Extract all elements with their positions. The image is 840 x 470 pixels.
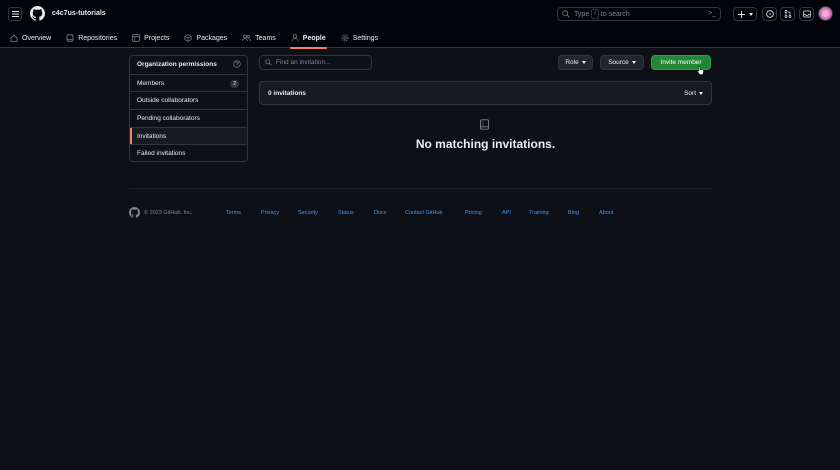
repo-icon bbox=[66, 34, 74, 42]
footer-link-about[interactable]: About bbox=[599, 210, 613, 216]
invitations-count: 0 invitations bbox=[268, 90, 306, 97]
user-avatar[interactable] bbox=[818, 6, 833, 21]
sidebar-item-invitations[interactable]: Invitations bbox=[130, 126, 247, 145]
create-new-button[interactable] bbox=[733, 7, 757, 21]
tab-label: Projects bbox=[144, 34, 170, 42]
footer-link-terms[interactable]: Terms bbox=[226, 210, 241, 216]
sidebar-item-members[interactable]: Members 2 bbox=[130, 73, 247, 92]
tab-people[interactable]: People bbox=[286, 28, 331, 49]
footer-link-contact-github[interactable]: Contact GitHub bbox=[405, 210, 443, 216]
sidebar-item-label: Invitations bbox=[137, 132, 167, 140]
hamburger-icon bbox=[11, 11, 19, 17]
tab-repositories[interactable]: Repositories bbox=[61, 28, 122, 48]
people-sidebar-menu: Organization permissions Members 2 Outsi… bbox=[129, 55, 248, 162]
tab-overview[interactable]: Overview bbox=[5, 28, 56, 48]
search-prefix: Type bbox=[574, 10, 590, 18]
people-icon bbox=[242, 34, 252, 42]
footer-link-security[interactable]: Security bbox=[298, 210, 318, 216]
footer-link-training[interactable]: Training bbox=[529, 210, 549, 216]
members-count-badge: 2 bbox=[230, 79, 239, 88]
inbox-icon bbox=[802, 10, 811, 18]
global-search-input[interactable]: Type / to search >_ bbox=[557, 7, 721, 21]
tab-label: Repositories bbox=[78, 34, 118, 42]
github-logo-icon[interactable] bbox=[30, 6, 45, 21]
issue-opened-icon bbox=[765, 10, 774, 18]
tab-label: Settings bbox=[352, 34, 379, 42]
sort-dropdown[interactable]: Sort bbox=[684, 90, 703, 97]
role-filter-label: Role bbox=[565, 59, 579, 66]
search-suffix: to search bbox=[600, 10, 630, 18]
footer-link-pricing[interactable]: Pricing bbox=[465, 210, 482, 216]
source-filter-label: Source bbox=[608, 59, 629, 66]
hamburger-menu-button[interactable] bbox=[8, 7, 22, 21]
find-invitation-input[interactable]: Find an invitation... bbox=[259, 55, 372, 70]
tab-packages[interactable]: Packages bbox=[179, 28, 232, 48]
sidebar-item-label: Members bbox=[137, 79, 165, 87]
tab-settings[interactable]: Settings bbox=[336, 28, 383, 48]
question-icon[interactable] bbox=[233, 60, 241, 68]
issues-button[interactable] bbox=[762, 7, 777, 21]
gear-icon bbox=[341, 34, 349, 42]
person-icon bbox=[291, 34, 299, 42]
footer-link-api[interactable]: API bbox=[502, 210, 511, 216]
search-icon bbox=[265, 59, 272, 66]
sort-label: Sort bbox=[684, 90, 696, 97]
tab-label: Packages bbox=[196, 34, 228, 42]
tab-label: Teams bbox=[255, 34, 276, 42]
tab-teams[interactable]: Teams bbox=[237, 28, 281, 48]
tab-label: People bbox=[302, 34, 326, 42]
invitations-header: 0 invitations Sort bbox=[259, 81, 712, 105]
sidebar-item-label: Failed invitations bbox=[137, 150, 186, 158]
git-pull-request-icon bbox=[784, 10, 791, 18]
package-icon bbox=[184, 34, 192, 42]
sidebar-item-label: Outside collaborators bbox=[137, 97, 199, 105]
footer-divider bbox=[129, 188, 712, 189]
sidebar-item-label: Organization permissions bbox=[137, 61, 217, 69]
sidebar-item-pending-collaborators[interactable]: Pending collaborators bbox=[130, 109, 247, 127]
sidebar-item-organization-permissions[interactable]: Organization permissions bbox=[130, 56, 247, 74]
notifications-button[interactable] bbox=[799, 7, 814, 21]
find-invitation-placeholder: Find an invitation... bbox=[276, 59, 331, 66]
chevron-down-icon bbox=[699, 92, 703, 95]
sidebar-item-outside-collaborators[interactable]: Outside collaborators bbox=[130, 91, 247, 109]
plus-icon bbox=[737, 10, 745, 18]
footer-link-privacy[interactable]: Privacy bbox=[261, 210, 279, 216]
footer-copyright: © 2023 GitHub, Inc. bbox=[144, 210, 193, 216]
tab-label: Overview bbox=[22, 34, 52, 42]
home-icon bbox=[10, 34, 18, 42]
pull-requests-button[interactable] bbox=[780, 7, 795, 21]
sidebar-item-failed-invitations[interactable]: Failed invitations bbox=[130, 144, 247, 161]
chevron-down-icon bbox=[748, 12, 753, 16]
tab-projects[interactable]: Projects bbox=[127, 28, 174, 48]
footer-link-status[interactable]: Status bbox=[338, 210, 354, 216]
search-shortcut-key: / bbox=[591, 9, 599, 19]
org-name-link[interactable]: c4c7us-tutorials bbox=[52, 10, 106, 17]
role-filter-dropdown[interactable]: Role bbox=[558, 55, 593, 70]
search-icon bbox=[562, 10, 570, 18]
table-icon bbox=[132, 34, 140, 42]
github-mark-icon[interactable] bbox=[129, 207, 140, 218]
source-filter-dropdown[interactable]: Source bbox=[600, 55, 644, 70]
chevron-down-icon bbox=[631, 61, 636, 64]
empty-state-message: No matching invitations. bbox=[415, 137, 556, 151]
command-palette-icon[interactable]: >_ bbox=[708, 10, 716, 17]
sidebar-item-label: Pending collaborators bbox=[137, 114, 200, 122]
footer-link-blog[interactable]: Blog bbox=[568, 210, 579, 216]
footer-link-docs[interactable]: Docs bbox=[374, 210, 387, 216]
chevron-down-icon bbox=[581, 61, 586, 64]
mouse-pointer-icon bbox=[697, 66, 704, 75]
blank-repo-icon bbox=[479, 119, 490, 130]
org-nav-tabs: Overview Repositories Projects Packages … bbox=[0, 28, 383, 49]
